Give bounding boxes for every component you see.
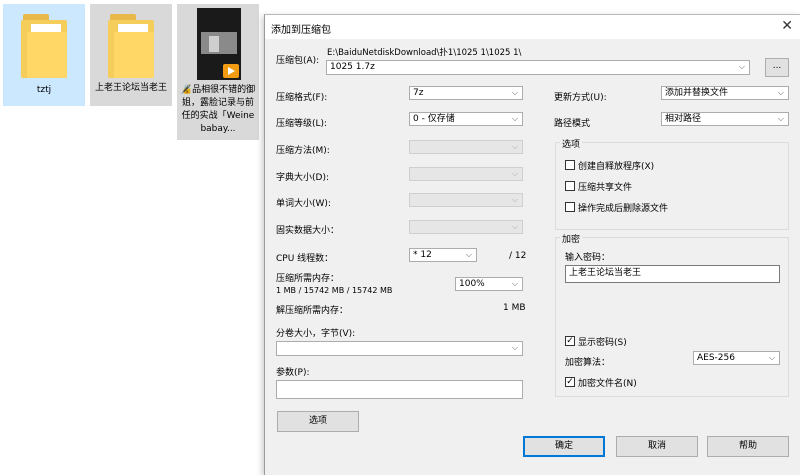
password-input[interactable]: 上老王论坛当老王 xyxy=(565,265,780,283)
folder-icon xyxy=(108,14,154,78)
chevron-down-icon: ⌵ xyxy=(777,88,784,97)
options-group: 选项 创建自释放程序(X) 压缩共享文件 操作完成后删除源文件 xyxy=(555,137,789,230)
encryption-group-title: 加密 xyxy=(560,232,583,245)
level-value: 0 - 仅存储 xyxy=(413,114,455,124)
archive-name-value: 1025 1.7z xyxy=(330,62,375,72)
dict-size-select: ⌵ xyxy=(409,167,523,181)
show-password-label: 显示密码(S) xyxy=(578,338,627,348)
chevron-down-icon: ⌵ xyxy=(738,62,745,71)
desktop-item-label: 上老王论坛当老王 xyxy=(94,83,167,93)
level-select[interactable]: 0 - 仅存储 ⌵ xyxy=(409,112,523,126)
desktop-folder-tztj[interactable]: tztj xyxy=(3,4,85,106)
chevron-down-icon: ⌵ xyxy=(511,279,518,288)
chevron-down-icon: ⌵ xyxy=(511,222,518,231)
cpu-threads-max: / 12 xyxy=(509,251,527,261)
shared-files-checkbox-label: 压缩共享文件 xyxy=(578,183,633,193)
show-password-checkbox[interactable]: ✓ xyxy=(565,336,575,346)
word-size-select: ⌵ xyxy=(409,193,523,207)
archive-label: 压缩包(A): xyxy=(276,56,320,66)
chevron-down-icon: ⌵ xyxy=(511,343,518,352)
enc-method-label: 加密算法： xyxy=(565,358,611,368)
options-group-title: 选项 xyxy=(560,137,583,150)
enc-method-select[interactable]: AES-256 ⌵ xyxy=(693,351,780,365)
solid-size-select: ⌵ xyxy=(409,220,523,234)
cpu-threads-value: * 12 xyxy=(413,250,432,260)
format-select[interactable]: 7z ⌵ xyxy=(409,86,523,100)
browse-button[interactable]: ... xyxy=(765,58,789,77)
chevron-down-icon: ⌵ xyxy=(465,250,472,259)
shared-files-checkbox[interactable] xyxy=(565,181,575,191)
encrypt-names-label: 加密文件名(N) xyxy=(578,379,637,389)
mem-percent-select[interactable]: 100% ⌵ xyxy=(455,277,523,291)
ok-button[interactable]: 确定 xyxy=(523,436,605,457)
split-size-label: 分卷大小，字节(V): xyxy=(276,329,356,339)
sfx-checkbox[interactable] xyxy=(565,160,575,170)
mem-percent-value: 100% xyxy=(459,279,485,289)
delete-after-checkbox-label: 操作完成后删除源文件 xyxy=(578,204,669,214)
video-thumbnail-icon xyxy=(197,8,241,80)
archive-name-combo[interactable]: 1025 1.7z ⌵ xyxy=(326,60,750,75)
update-mode-label: 更新方式(U): xyxy=(554,93,607,103)
encryption-group: 加密 输入密码： 上老王论坛当老王 ✓ 显示密码(S) 加密算法： AES-25… xyxy=(555,232,789,397)
desktop-item-label: tztj xyxy=(36,85,52,95)
path-mode-label: 路径模式 xyxy=(554,119,591,129)
dict-size-label: 字典大小(D): xyxy=(276,173,329,183)
level-label: 压缩等级(L): xyxy=(276,119,328,129)
chevron-down-icon: ⌵ xyxy=(768,353,775,362)
chevron-down-icon: ⌵ xyxy=(777,114,784,123)
enc-method-value: AES-256 xyxy=(697,353,735,363)
title-bar: 添加到压缩包 ✕ xyxy=(265,15,800,39)
desktop-folder-laowang[interactable]: 上老王论坛当老王 xyxy=(90,4,172,106)
cpu-threads-label: CPU 线程数： xyxy=(276,254,334,264)
close-icon[interactable]: ✕ xyxy=(781,18,793,34)
update-mode-value: 添加并替换文件 xyxy=(665,88,729,98)
archive-path: E:\BaiduNetdiskDownload\扑1\1025 1\1025 1… xyxy=(327,48,522,58)
help-button[interactable]: 帮助 xyxy=(707,436,789,457)
word-size-label: 单词大小(W): xyxy=(276,199,331,209)
path-mode-value: 相对路径 xyxy=(665,114,702,124)
chevron-down-icon: ⌵ xyxy=(511,114,518,123)
desktop-item-label: 🔏品相很不错的御姐，露脸记录与前任的实战「Weine babay... xyxy=(180,85,256,134)
delete-after-checkbox[interactable] xyxy=(565,202,575,212)
chevron-down-icon: ⌵ xyxy=(511,88,518,97)
chevron-down-icon: ⌵ xyxy=(511,169,518,178)
params-input[interactable] xyxy=(276,380,523,399)
encrypt-names-checkbox[interactable]: ✓ xyxy=(565,377,575,387)
mem-compress-detail: 1 MB / 15742 MB / 15742 MB xyxy=(276,286,393,295)
format-value: 7z xyxy=(413,88,424,98)
update-mode-select[interactable]: 添加并替换文件 ⌵ xyxy=(661,86,789,100)
dialog-title: 添加到压缩包 xyxy=(271,25,331,36)
solid-size-label: 固实数据大小： xyxy=(276,226,340,236)
options-button[interactable]: 选项 xyxy=(277,411,359,432)
mem-compress-label: 压缩所需内存： xyxy=(276,274,340,284)
add-to-archive-dialog: 添加到压缩包 ✕ 压缩包(A): E:\BaiduNetdiskDownload… xyxy=(264,14,800,475)
mem-decompress-value: 1 MB xyxy=(503,303,526,313)
mem-decompress-label: 解压缩所需内存： xyxy=(276,306,349,316)
cpu-threads-select[interactable]: * 12 ⌵ xyxy=(409,248,477,262)
path-mode-select[interactable]: 相对路径 ⌵ xyxy=(661,112,789,126)
method-select: ⌵ xyxy=(409,140,523,154)
chevron-down-icon: ⌵ xyxy=(511,195,518,204)
password-label: 输入密码： xyxy=(565,253,611,263)
split-size-combo[interactable]: ⌵ xyxy=(276,341,523,356)
cancel-button[interactable]: 取消 xyxy=(616,436,698,457)
sfx-checkbox-label: 创建自释放程序(X) xyxy=(578,162,655,172)
desktop-video-file[interactable]: 🔏品相很不错的御姐，露脸记录与前任的实战「Weine babay... xyxy=(177,4,259,140)
params-label: 参数(P): xyxy=(276,368,310,378)
folder-icon xyxy=(21,14,67,78)
method-label: 压缩方法(M): xyxy=(276,146,330,156)
chevron-down-icon: ⌵ xyxy=(511,142,518,151)
format-label: 压缩格式(F): xyxy=(276,93,328,103)
